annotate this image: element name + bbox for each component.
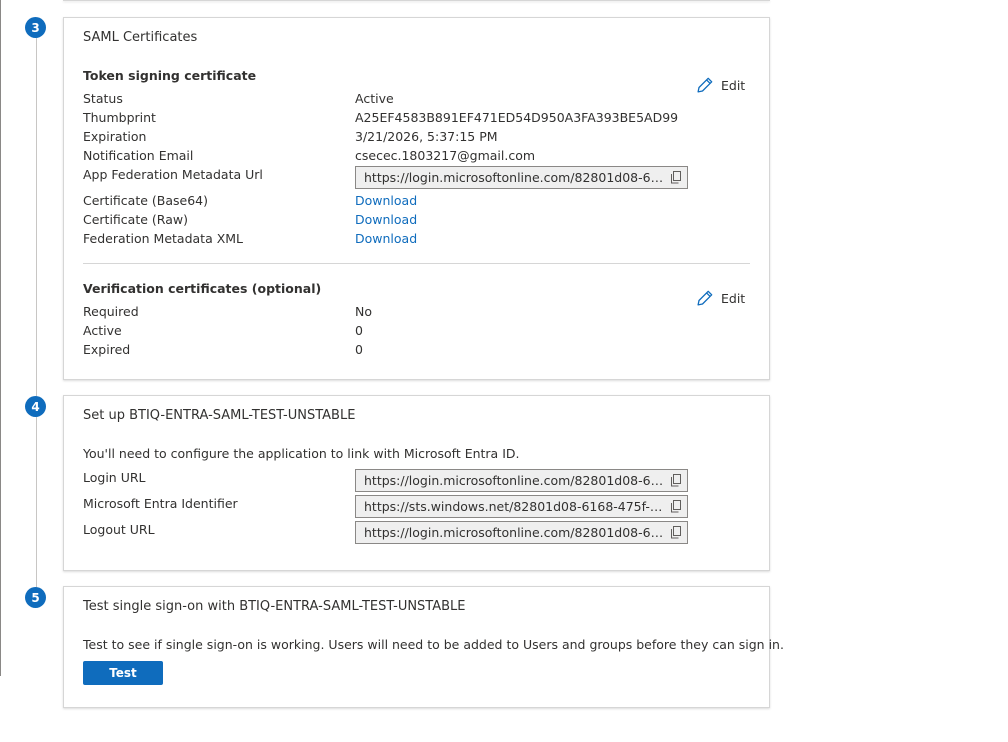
step-badge-4: 4	[25, 396, 46, 417]
expiration-label: Expiration	[83, 129, 147, 144]
metadata-url-value: https://login.microsoftonline.com/82801d…	[364, 170, 665, 185]
test-description: Test to see if single sign-on is working…	[83, 637, 784, 652]
required-value: No	[355, 304, 372, 319]
status-value: Active	[355, 91, 394, 106]
metadata-url-field[interactable]: https://login.microsoftonline.com/82801d…	[355, 166, 688, 189]
federation-metadata-download-link[interactable]: Download	[355, 231, 417, 246]
setup-app-card: Set up BTIQ-ENTRA-SAML-TEST-UNSTABLE You…	[63, 395, 770, 571]
card-title: Test single sign-on with BTIQ-ENTRA-SAML…	[83, 599, 466, 614]
login-url-value: https://login.microsoftonline.com/82801d…	[364, 473, 665, 488]
federation-metadata-label: Federation Metadata XML	[83, 231, 244, 246]
card-title: SAML Certificates	[83, 30, 198, 45]
expiration-value: 3/21/2026, 5:37:15 PM	[355, 129, 498, 144]
cert-raw-download-link[interactable]: Download	[355, 212, 417, 227]
test-button[interactable]: Test	[83, 661, 163, 685]
verification-heading: Verification certificates (optional)	[83, 281, 322, 296]
copy-icon[interactable]	[665, 500, 687, 513]
pencil-icon	[696, 76, 714, 94]
active-value: 0	[355, 323, 363, 338]
card-title: Set up BTIQ-ENTRA-SAML-TEST-UNSTABLE	[83, 408, 356, 423]
required-label: Required	[83, 304, 139, 319]
status-label: Status	[83, 91, 123, 106]
expired-value: 0	[355, 342, 363, 357]
left-border	[0, 0, 1, 676]
notification-email-label: Notification Email	[83, 148, 194, 163]
metadata-url-label: App Federation Metadata Url	[83, 167, 263, 182]
setup-description: You'll need to configure the application…	[83, 446, 520, 461]
previous-card-bottom-edge	[63, 0, 770, 1]
entra-identifier-field[interactable]: https://sts.windows.net/82801d08-6168-47…	[355, 495, 688, 518]
step-badge-3: 3	[25, 17, 46, 38]
step-timeline	[36, 28, 37, 600]
pencil-icon	[696, 289, 714, 307]
cert-base64-label: Certificate (Base64)	[83, 193, 208, 208]
verification-edit-button[interactable]: Edit	[696, 289, 745, 307]
thumbprint-label: Thumbprint	[83, 110, 156, 125]
test-sso-card: Test single sign-on with BTIQ-ENTRA-SAML…	[63, 586, 784, 708]
section-divider	[83, 263, 750, 264]
copy-icon[interactable]	[665, 474, 687, 487]
edit-label: Edit	[721, 290, 746, 306]
entra-identifier-value: https://sts.windows.net/82801d08-6168-47…	[364, 499, 665, 514]
edit-label: Edit	[721, 77, 746, 93]
login-url-field[interactable]: https://login.microsoftonline.com/82801d…	[355, 469, 688, 492]
thumbprint-value: A25EF4583B891EF471ED54D950A3FA393BE5AD99	[355, 110, 679, 125]
token-signing-edit-button[interactable]: Edit	[696, 76, 745, 94]
logout-url-label: Logout URL	[83, 522, 155, 537]
notification-email-value: csecec.1803217@gmail.com	[355, 148, 536, 163]
token-signing-heading: Token signing certificate	[83, 68, 257, 83]
cert-raw-label: Certificate (Raw)	[83, 212, 188, 227]
step-badge-5: 5	[25, 587, 46, 608]
logout-url-value: https://login.microsoftonline.com/82801d…	[364, 525, 665, 540]
copy-icon[interactable]	[665, 526, 687, 539]
logout-url-field[interactable]: https://login.microsoftonline.com/82801d…	[355, 521, 688, 544]
expired-label: Expired	[83, 342, 131, 357]
active-label: Active	[83, 323, 122, 338]
entra-identifier-label: Microsoft Entra Identifier	[83, 496, 238, 511]
cert-base64-download-link[interactable]: Download	[355, 193, 417, 208]
login-url-label: Login URL	[83, 470, 146, 485]
saml-certificates-card: SAML Certificates Token signing certific…	[63, 17, 770, 380]
copy-icon[interactable]	[665, 171, 687, 184]
